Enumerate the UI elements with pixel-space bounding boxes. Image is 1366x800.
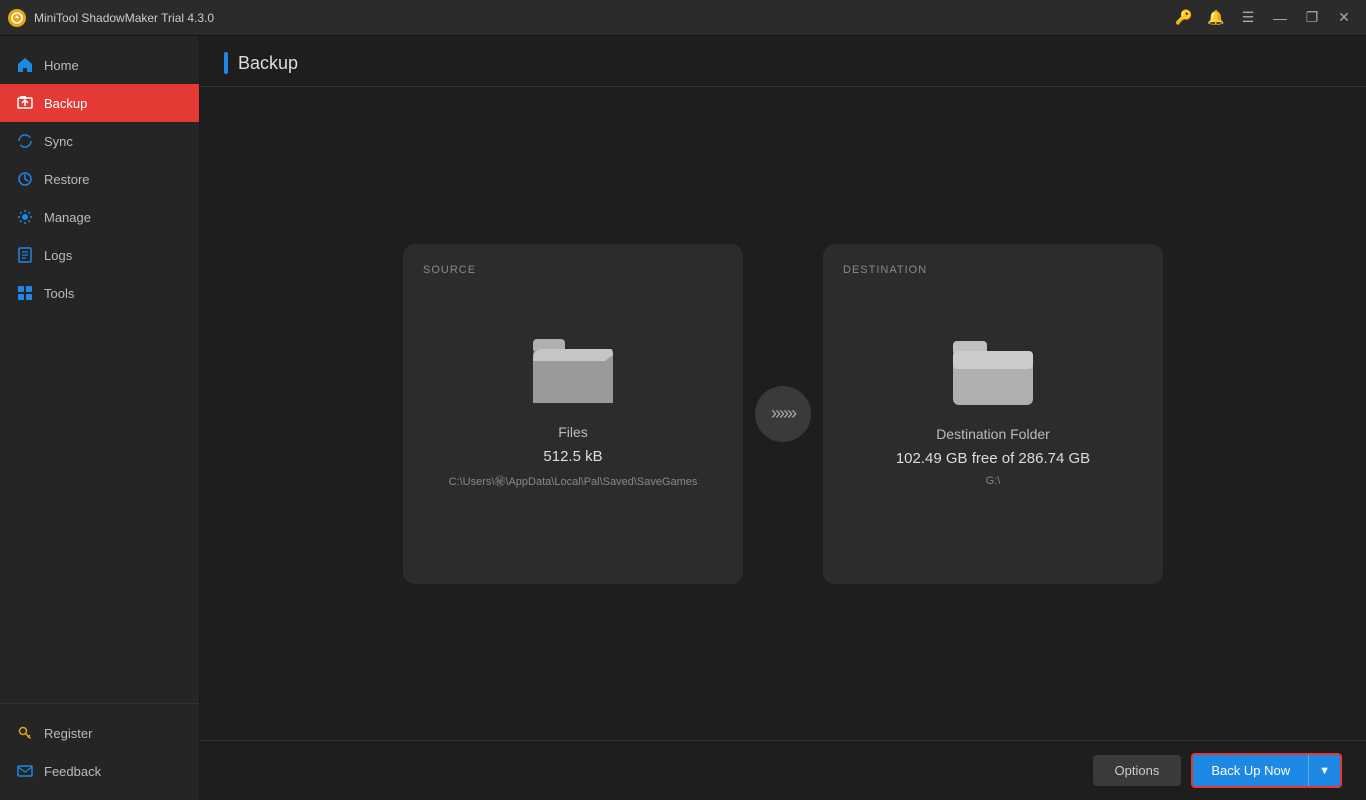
- backup-now-wrapper: Back Up Now ▼: [1191, 753, 1342, 788]
- options-button[interactable]: Options: [1093, 755, 1182, 786]
- backup-now-button[interactable]: Back Up Now: [1193, 755, 1309, 786]
- page-title: Backup: [238, 53, 298, 74]
- key-titlebar-icon[interactable]: 🔑: [1170, 4, 1198, 32]
- sidebar-item-backup-label: Backup: [44, 96, 87, 111]
- sidebar-nav: Home Backup: [0, 36, 199, 703]
- app-title: MiniTool ShadowMaker Trial 4.3.0: [34, 11, 214, 25]
- sidebar-item-backup[interactable]: Backup: [0, 84, 199, 122]
- source-card[interactable]: SOURCE Files 512.5 kB: [403, 244, 743, 584]
- sidebar: Home Backup: [0, 36, 200, 800]
- bell-titlebar-icon[interactable]: 🔔: [1202, 4, 1230, 32]
- home-icon: [16, 56, 34, 74]
- source-card-label: SOURCE: [423, 264, 476, 276]
- titlebar-controls: 🔑 🔔 ☰ — ❐ ✕: [1170, 4, 1358, 32]
- main-layout: Home Backup: [0, 36, 1366, 800]
- page-header: Backup: [200, 36, 1366, 87]
- source-card-path: C:\Users\㊙\AppData\Local\Pal\Saved\SaveG…: [449, 473, 698, 489]
- sidebar-item-feedback-label: Feedback: [44, 764, 101, 779]
- sidebar-item-logs-label: Logs: [44, 248, 72, 263]
- backup-icon: [16, 94, 34, 112]
- sidebar-item-sync[interactable]: Sync: [0, 122, 199, 160]
- maximize-button[interactable]: ❐: [1298, 4, 1326, 32]
- sidebar-item-feedback[interactable]: Feedback: [0, 752, 199, 790]
- sidebar-item-manage[interactable]: Manage: [0, 198, 199, 236]
- tools-icon: [16, 284, 34, 302]
- destination-card[interactable]: DESTINATION Destination Folder 102.49 GB…: [823, 244, 1163, 584]
- sidebar-item-home-label: Home: [44, 58, 79, 73]
- backup-area: SOURCE Files 512.5 kB: [200, 87, 1366, 740]
- page-header-bar: [224, 52, 228, 74]
- source-folder-icon: [533, 339, 613, 404]
- menu-titlebar-icon[interactable]: ☰: [1234, 4, 1262, 32]
- mail-icon: [16, 762, 34, 780]
- sidebar-item-tools[interactable]: Tools: [0, 274, 199, 312]
- destination-card-name: Destination Folder: [936, 426, 1050, 442]
- backup-now-dropdown[interactable]: ▼: [1309, 755, 1340, 786]
- arrow-connector: »»»: [743, 384, 823, 444]
- destination-card-free-space: 102.49 GB free of 286.74 GB: [896, 450, 1090, 467]
- logs-icon: [16, 246, 34, 264]
- manage-icon: [16, 208, 34, 226]
- arrow-symbol: »»»: [771, 403, 795, 424]
- sidebar-item-register[interactable]: Register: [0, 714, 199, 752]
- restore-icon: [16, 170, 34, 188]
- minimize-button[interactable]: —: [1266, 4, 1294, 32]
- sidebar-item-restore-label: Restore: [44, 172, 90, 187]
- sidebar-item-register-label: Register: [44, 726, 92, 741]
- sidebar-item-sync-label: Sync: [44, 134, 73, 149]
- sync-icon: [16, 132, 34, 150]
- source-card-size: 512.5 kB: [543, 448, 602, 465]
- titlebar-left: MiniTool ShadowMaker Trial 4.3.0: [8, 9, 214, 27]
- titlebar: MiniTool ShadowMaker Trial 4.3.0 🔑 🔔 ☰ —…: [0, 0, 1366, 36]
- sidebar-bottom: Register Feedback: [0, 703, 199, 800]
- destination-folder-icon: [953, 341, 1033, 406]
- app-logo: [8, 9, 26, 27]
- sidebar-item-logs[interactable]: Logs: [0, 236, 199, 274]
- source-card-name: Files: [558, 424, 588, 440]
- sidebar-item-restore[interactable]: Restore: [0, 160, 199, 198]
- destination-card-path: G:\: [986, 475, 1001, 487]
- key-icon: [16, 724, 34, 742]
- sidebar-item-manage-label: Manage: [44, 210, 91, 225]
- sidebar-item-tools-label: Tools: [44, 286, 74, 301]
- close-button[interactable]: ✕: [1330, 4, 1358, 32]
- destination-card-label: DESTINATION: [843, 264, 927, 276]
- content-area: Backup SOURCE: [200, 36, 1366, 800]
- sidebar-item-home[interactable]: Home: [0, 46, 199, 84]
- arrow-circle: »»»: [755, 386, 811, 442]
- bottom-bar: Options Back Up Now ▼: [200, 740, 1366, 800]
